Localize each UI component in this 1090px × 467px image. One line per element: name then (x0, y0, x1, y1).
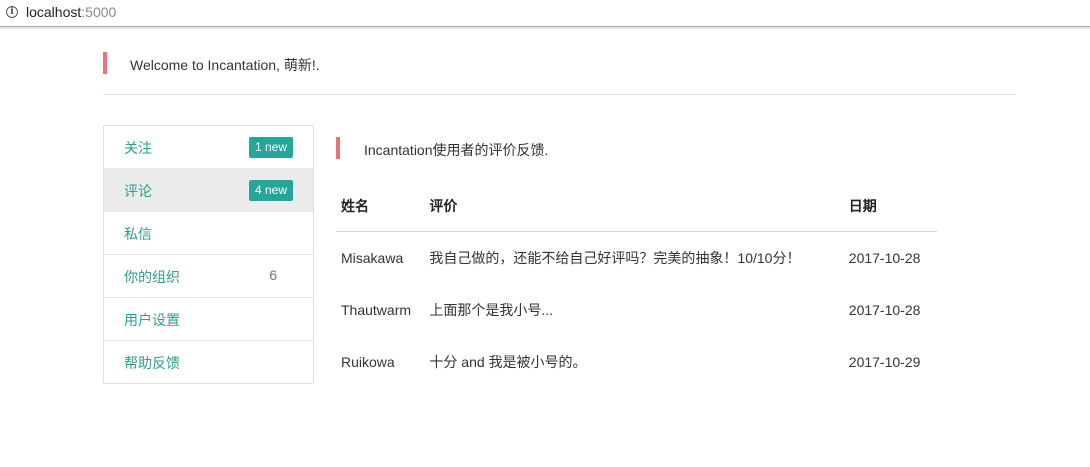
new-badge: 1 new (248, 137, 293, 158)
welcome-text: Welcome to Incantation, 萌新!. (130, 57, 320, 73)
cell-date: 2017-10-28 (848, 302, 921, 318)
feedback-table: 姓名 评价 日期 Misakawa 我自己做的，还能不给自己好评吗？完美的抽象！… (336, 180, 937, 388)
sidebar-item-label: 你的组织 (124, 269, 180, 285)
column-header-name: 姓名 (336, 180, 425, 232)
cell-name: Thautwarm (341, 302, 412, 318)
sidebar-item-label: 私信 (124, 226, 152, 242)
address-bar[interactable]: i localhost:5000 (0, 0, 1090, 27)
url-port: :5000 (81, 4, 117, 20)
sidebar-item-label: 关注 (124, 140, 152, 156)
sidebar-item-label: 评论 (124, 183, 152, 199)
url-host: localhost (26, 4, 82, 20)
sidebar-item-follow[interactable]: 关注 1 new (104, 126, 313, 168)
cell-comment: 十分 and 我是被小号的。 (429, 354, 587, 370)
column-header-comment: 评价 (424, 180, 844, 232)
new-badge: 4 new (248, 180, 293, 201)
sidebar-item-label: 用户设置 (124, 312, 180, 328)
cell-name: Ruikowa (341, 354, 395, 370)
cell-name: Misakawa (341, 250, 404, 266)
sidebar-menu: 关注 1 new 评论 4 new 私信 你的组织 6 用户设置 帮助反馈 (103, 125, 314, 384)
organization-count: 6 (269, 267, 277, 283)
sidebar-item-messages[interactable]: 私信 (104, 211, 313, 254)
heading-text: Incantation使用者的评价反馈. (364, 142, 549, 158)
table-header-row: 姓名 评价 日期 (336, 180, 937, 232)
heading-accent-bar (336, 137, 340, 159)
content-heading: Incantation使用者的评价反馈. (336, 137, 936, 159)
sidebar-item-label: 帮助反馈 (124, 355, 180, 371)
table-row: Misakawa 我自己做的，还能不给自己好评吗？完美的抽象！10/10分！ 2… (336, 232, 937, 285)
sidebar-item-comments[interactable]: 评论 4 new (104, 168, 313, 211)
welcome-accent-bar (103, 52, 107, 74)
divider (103, 94, 1016, 95)
column-header-date: 日期 (843, 180, 937, 232)
welcome-callout: Welcome to Incantation, 萌新!. (103, 52, 1016, 74)
sidebar-item-help-feedback[interactable]: 帮助反馈 (104, 340, 313, 383)
table-row: Thautwarm 上面那个是我小号... 2017-10-28 (336, 284, 937, 336)
cell-date: 2017-10-28 (848, 250, 921, 266)
cell-date: 2017-10-29 (848, 354, 921, 370)
cell-comment: 我自己做的，还能不给自己好评吗？完美的抽象！10/10分！ (429, 250, 801, 266)
sidebar-item-user-settings[interactable]: 用户设置 (104, 297, 313, 340)
table-row: Ruikowa 十分 and 我是被小号的。 2017-10-29 (336, 336, 937, 388)
cell-comment: 上面那个是我小号... (429, 302, 554, 318)
url-text[interactable]: localhost:5000 (26, 4, 116, 20)
sidebar-item-organizations[interactable]: 你的组织 6 (104, 254, 313, 297)
info-icon[interactable]: i (6, 6, 18, 18)
